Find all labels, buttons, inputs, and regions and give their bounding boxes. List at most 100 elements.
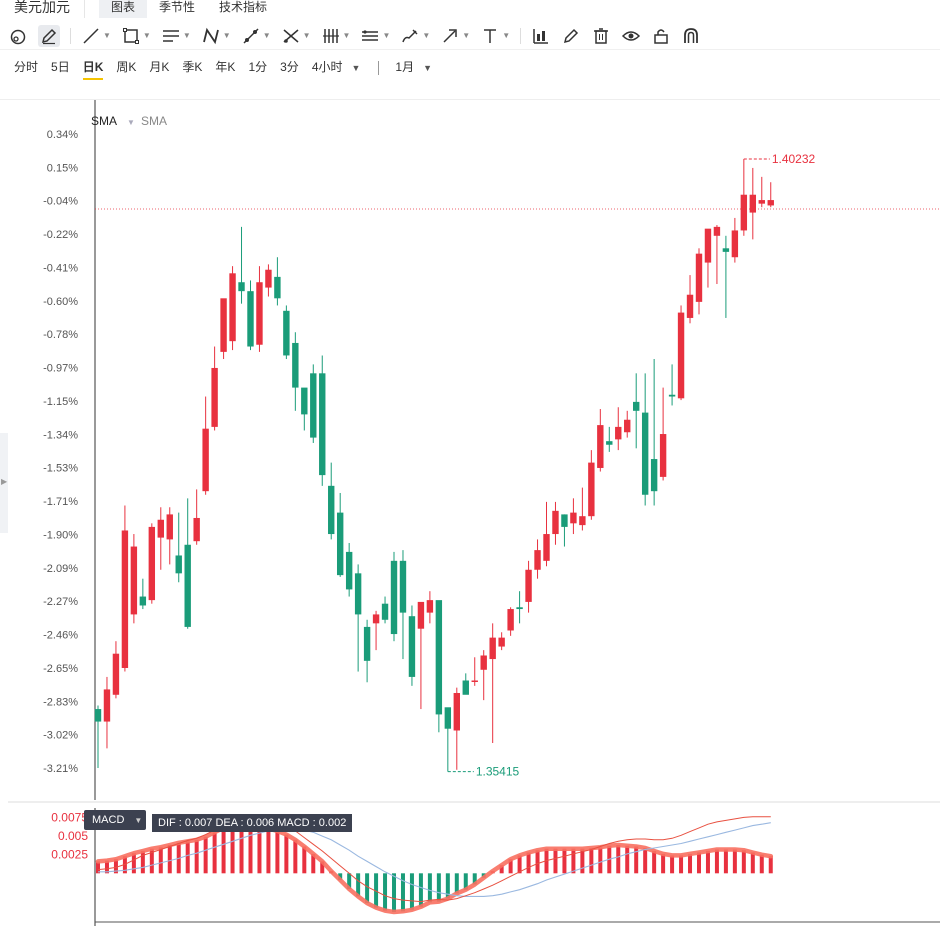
chevron-down-icon[interactable]: ▼ bbox=[423, 63, 432, 73]
period-weekly[interactable]: 周K bbox=[116, 56, 136, 80]
crosshair-icon bbox=[10, 29, 26, 44]
period-monthly[interactable]: 月K bbox=[149, 56, 169, 80]
gann-icon bbox=[322, 28, 339, 43]
candle-body bbox=[704, 228, 712, 263]
trendline-tool[interactable]: ▼ bbox=[81, 25, 111, 47]
parallel-lines-tool[interactable]: ▼ bbox=[161, 25, 191, 47]
measure-tool[interactable]: ▼ bbox=[241, 25, 271, 47]
chart-app: 美元加元 图表 季节性 技术指标 ▼ ▼ ▼ ▼ ▼ ▼ ▼ ▼ ▼ ▼ ▼ 分… bbox=[0, 0, 940, 926]
trash-icon bbox=[594, 27, 609, 44]
y-tick-label: -1.71% bbox=[43, 496, 78, 508]
macd-histogram-bar bbox=[732, 849, 737, 874]
period-intraday[interactable]: 分时 bbox=[14, 56, 38, 80]
macd-indicator-select[interactable]: MACD ▼ bbox=[84, 810, 146, 830]
fibonacci-tool[interactable]: ▼ bbox=[281, 25, 311, 47]
chevron-down-icon: ▼ bbox=[262, 31, 271, 40]
chevron-down-icon[interactable]: ▼ bbox=[352, 63, 361, 73]
macd-histogram-bar bbox=[643, 847, 648, 874]
macd-histogram-bar bbox=[661, 853, 666, 874]
macd-histogram-bar bbox=[158, 847, 163, 874]
macd-histogram-bar bbox=[750, 852, 755, 874]
pencil-tool[interactable] bbox=[38, 24, 60, 47]
candle-body bbox=[417, 601, 425, 629]
period-daily[interactable]: 日K bbox=[82, 56, 104, 80]
price-chart[interactable]: 0.34% 0.15% -0.04% -0.22% -0.41% -0.60% -0.78%… bbox=[0, 100, 940, 803]
fibonacci-icon bbox=[283, 28, 299, 43]
brush-tool[interactable]: ▼ bbox=[400, 25, 430, 47]
candle-body bbox=[516, 607, 523, 610]
eye-tool[interactable] bbox=[621, 25, 641, 47]
period-yearly[interactable]: 年K bbox=[215, 56, 235, 80]
candle-body bbox=[372, 614, 380, 624]
gann-tool[interactable]: ▼ bbox=[321, 25, 350, 47]
candle-body bbox=[265, 269, 272, 288]
tab-chart[interactable]: 图表 bbox=[99, 0, 148, 18]
lock-tool[interactable] bbox=[651, 25, 671, 47]
y-tick-label: -2.09% bbox=[43, 563, 78, 575]
sma-label-1[interactable]: SMA bbox=[91, 114, 117, 128]
candle-body bbox=[471, 680, 478, 682]
edit-tool[interactable] bbox=[561, 25, 581, 47]
macd-histogram-bar bbox=[140, 850, 145, 874]
macd-histogram-bar bbox=[670, 855, 675, 874]
rectangle-tool[interactable]: ▼ bbox=[121, 25, 151, 47]
macd-histogram-bar bbox=[688, 853, 693, 874]
macd-tick-label: 0.0025 bbox=[51, 848, 88, 862]
chart-bars-tool[interactable] bbox=[531, 25, 551, 47]
y-tick-label: -0.41% bbox=[43, 262, 78, 274]
period-1min[interactable]: 1分 bbox=[248, 56, 267, 80]
candle-body bbox=[354, 573, 362, 615]
candle-body bbox=[453, 692, 460, 731]
candle-body bbox=[686, 294, 694, 318]
macd-histogram-bar bbox=[562, 848, 567, 874]
edit-icon bbox=[564, 28, 579, 43]
macd-histogram-bar bbox=[598, 847, 603, 874]
candle-body bbox=[166, 514, 173, 540]
period-3min[interactable]: 3分 bbox=[280, 56, 299, 80]
macd-histogram-bar bbox=[383, 873, 388, 911]
macd-histogram-bar bbox=[185, 841, 190, 874]
candle-body bbox=[157, 519, 164, 538]
y-tick-label: -3.21% bbox=[43, 763, 78, 775]
eye-icon bbox=[622, 30, 641, 41]
macd-histogram-bar bbox=[167, 845, 172, 874]
macd-histogram-bar bbox=[284, 834, 289, 874]
tab-indicators[interactable]: 技术指标 bbox=[207, 0, 279, 18]
sma-label-2[interactable]: SMA bbox=[141, 114, 167, 128]
top-tabbar: 美元加元 图表 季节性 技术指标 bbox=[0, 0, 940, 18]
trash-tool[interactable] bbox=[591, 25, 611, 47]
candle-body bbox=[399, 560, 407, 613]
triangle-down-icon[interactable]: ▼ bbox=[127, 118, 135, 127]
channel-tool[interactable]: ▼ bbox=[360, 25, 390, 47]
pattern-tool[interactable]: ▼ bbox=[201, 25, 231, 47]
chevron-down-icon: ▼ bbox=[222, 31, 231, 40]
candle-body bbox=[220, 298, 227, 352]
macd-histogram-bar bbox=[392, 873, 397, 913]
period-quarterly[interactable]: 季K bbox=[182, 56, 202, 80]
text-icon bbox=[484, 28, 497, 43]
candle-body bbox=[390, 560, 398, 635]
candle-body bbox=[121, 530, 129, 668]
crosshair-tool[interactable] bbox=[8, 25, 28, 47]
macd-histogram-bar bbox=[203, 836, 208, 874]
candle-body bbox=[336, 512, 344, 576]
candle-body bbox=[579, 516, 586, 526]
period-5d[interactable]: 5日 bbox=[51, 56, 70, 80]
period-4hour[interactable]: 4小时 bbox=[312, 56, 343, 80]
candle-body bbox=[731, 230, 739, 258]
macd-histogram-bar bbox=[714, 849, 719, 874]
y-tick-label: -1.90% bbox=[43, 529, 78, 541]
text-tool[interactable]: ▼ bbox=[480, 25, 510, 47]
macd-histogram-bar bbox=[705, 850, 710, 874]
y-tick-label: -2.27% bbox=[43, 596, 78, 608]
chevron-down-icon: ▼ bbox=[182, 31, 191, 40]
range-select[interactable]: 1月 bbox=[395, 56, 414, 80]
candle-body bbox=[408, 616, 416, 677]
arrow-tool[interactable]: ▼ bbox=[440, 25, 470, 47]
arrow-icon bbox=[443, 28, 458, 43]
chevron-down-icon: ▼ bbox=[502, 31, 511, 40]
magnet-tool[interactable] bbox=[681, 25, 701, 47]
candle-body bbox=[94, 709, 102, 722]
tab-seasonality[interactable]: 季节性 bbox=[147, 0, 207, 18]
macd-histogram-bar bbox=[212, 832, 217, 874]
